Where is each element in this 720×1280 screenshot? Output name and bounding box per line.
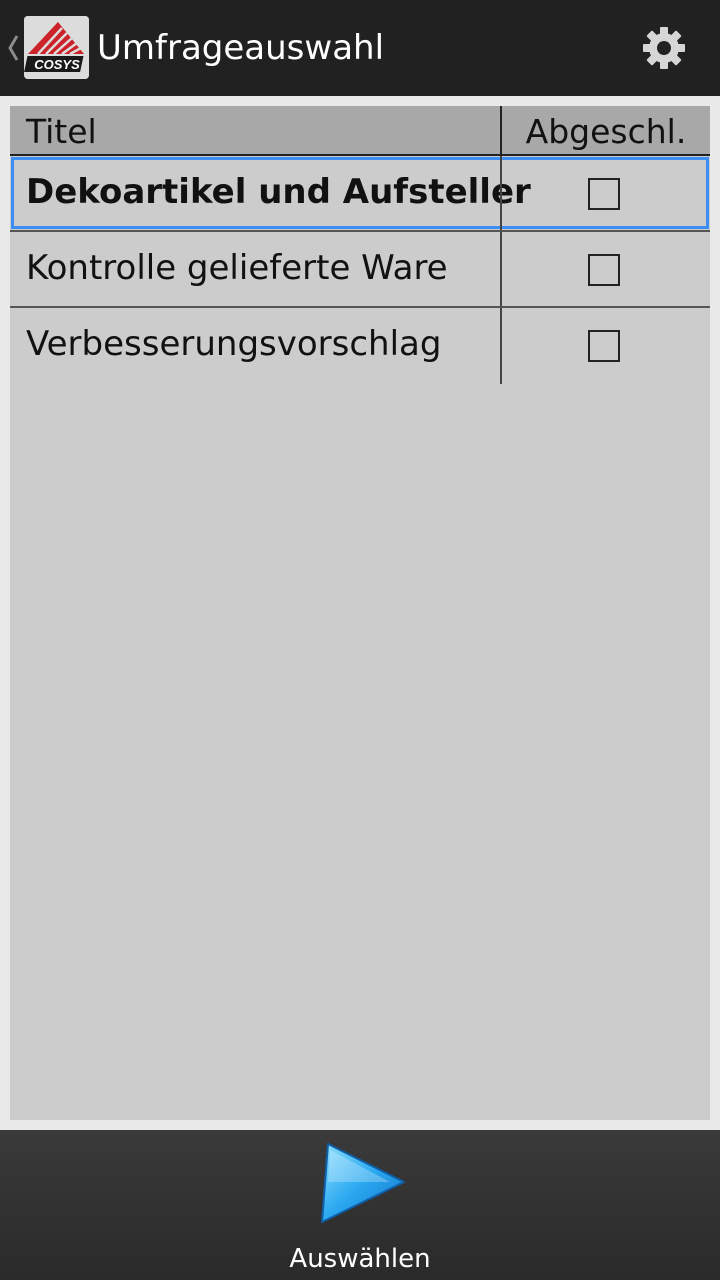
chevron-left-icon[interactable] [6, 28, 20, 68]
column-header-completed[interactable]: Abgeschl. [502, 112, 710, 151]
page-title: Umfrageauswahl [97, 28, 385, 68]
column-divider [500, 308, 502, 384]
table-row[interactable]: Kontrolle gelieferte Ware [10, 232, 710, 308]
survey-title: Kontrolle gelieferte Ware [26, 248, 448, 288]
bottom-action-bar: Auswählen [0, 1130, 720, 1280]
select-button[interactable]: Auswählen [270, 1130, 450, 1280]
select-button-label: Auswählen [289, 1244, 431, 1274]
survey-title: Dekoartikel und Aufsteller [26, 172, 531, 212]
completed-checkbox[interactable] [588, 178, 620, 210]
completed-checkbox[interactable] [588, 330, 620, 362]
column-divider [500, 232, 502, 308]
completed-checkbox[interactable] [588, 254, 620, 286]
settings-button[interactable] [632, 20, 696, 76]
table-header: Titel Abgeschl. [10, 106, 710, 156]
logo-text: COSYS [34, 57, 80, 72]
column-divider [500, 156, 502, 232]
table-row[interactable]: Verbesserungsvorschlag [10, 308, 710, 384]
table-row[interactable]: Dekoartikel und Aufsteller [10, 156, 710, 232]
survey-title: Verbesserungsvorschlag [26, 324, 442, 364]
action-bar: COSYS Umfrageauswahl [0, 0, 720, 96]
app-logo[interactable]: COSYS [24, 16, 89, 79]
gear-icon [643, 27, 685, 69]
column-header-title[interactable]: Titel [26, 112, 97, 151]
play-icon [321, 1143, 405, 1223]
survey-table: Titel Abgeschl. Dekoartikel und Aufstell… [10, 106, 710, 1120]
